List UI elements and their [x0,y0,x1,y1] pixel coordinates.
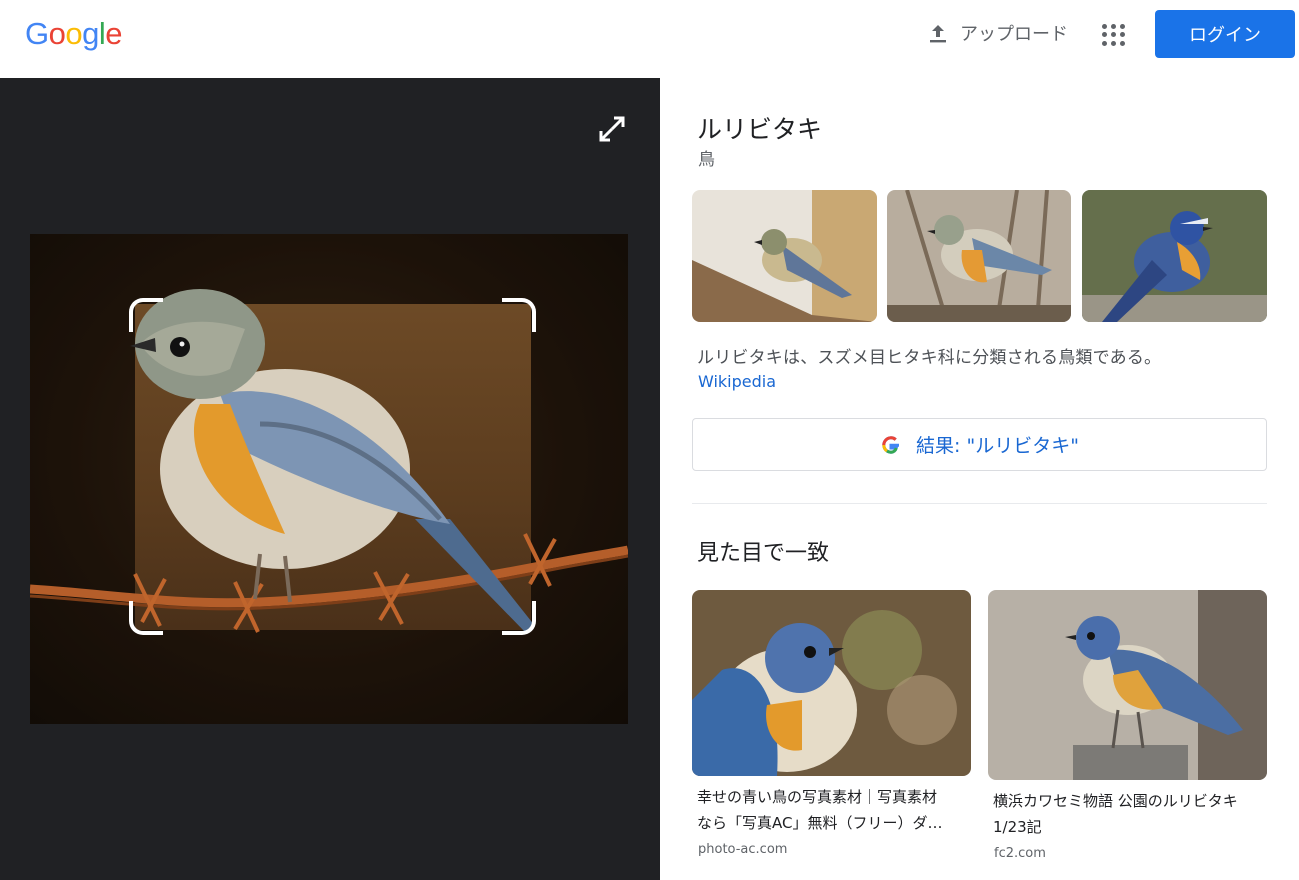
login-button[interactable]: ログイン [1155,10,1295,58]
apps-grid-icon[interactable] [1100,22,1126,48]
entity-title: ルリビタキ [697,115,823,144]
visual-match-title[interactable]: 幸せの青い鳥の写真素材｜写真素材 なら「写真AC」無料（フリー）ダ… [697,784,942,836]
crop-handle-top-left[interactable] [129,298,163,332]
bird-illustration [30,289,628,633]
section-divider [692,503,1267,504]
entity-thumbnail[interactable] [1082,190,1267,322]
crop-handle-bottom-left[interactable] [129,601,163,635]
crop-handle-bottom-right[interactable] [502,601,536,635]
entity-thumbnail[interactable] [887,190,1071,322]
entity-description: ルリビタキは、スズメ目ヒタキ科に分類される鳥類である。 [697,348,1162,368]
top-bar: Google アップロード ログイン [0,0,1299,78]
entity-subtitle: 鳥 [698,150,715,170]
entity-thumbnail[interactable] [692,190,877,322]
wikipedia-link[interactable]: Wikipedia [698,372,776,391]
search-results-label: 結果: "ルリビタキ" [916,435,1079,457]
visual-match-source: fc2.com [994,846,1046,861]
search-results-button[interactable]: 結果: "ルリビタキ" [692,418,1267,471]
crop-handle-top-right[interactable] [502,298,536,332]
visual-match-source: photo-ac.com [698,842,788,857]
upload-icon [930,25,946,43]
visual-match-image[interactable] [988,590,1267,780]
visual-match-title[interactable]: 横浜カワセミ物語 公園のルリビタキ 1/23記 [993,788,1238,840]
google-logo[interactable]: Google [25,16,123,52]
upload-button[interactable]: アップロード [926,18,1068,48]
google-g-icon [882,435,900,454]
visual-match-image[interactable] [692,590,971,776]
upload-label: アップロード [960,24,1068,45]
visual-matches-title: 見た目で一致 [697,541,830,566]
expand-icon[interactable] [597,114,627,144]
